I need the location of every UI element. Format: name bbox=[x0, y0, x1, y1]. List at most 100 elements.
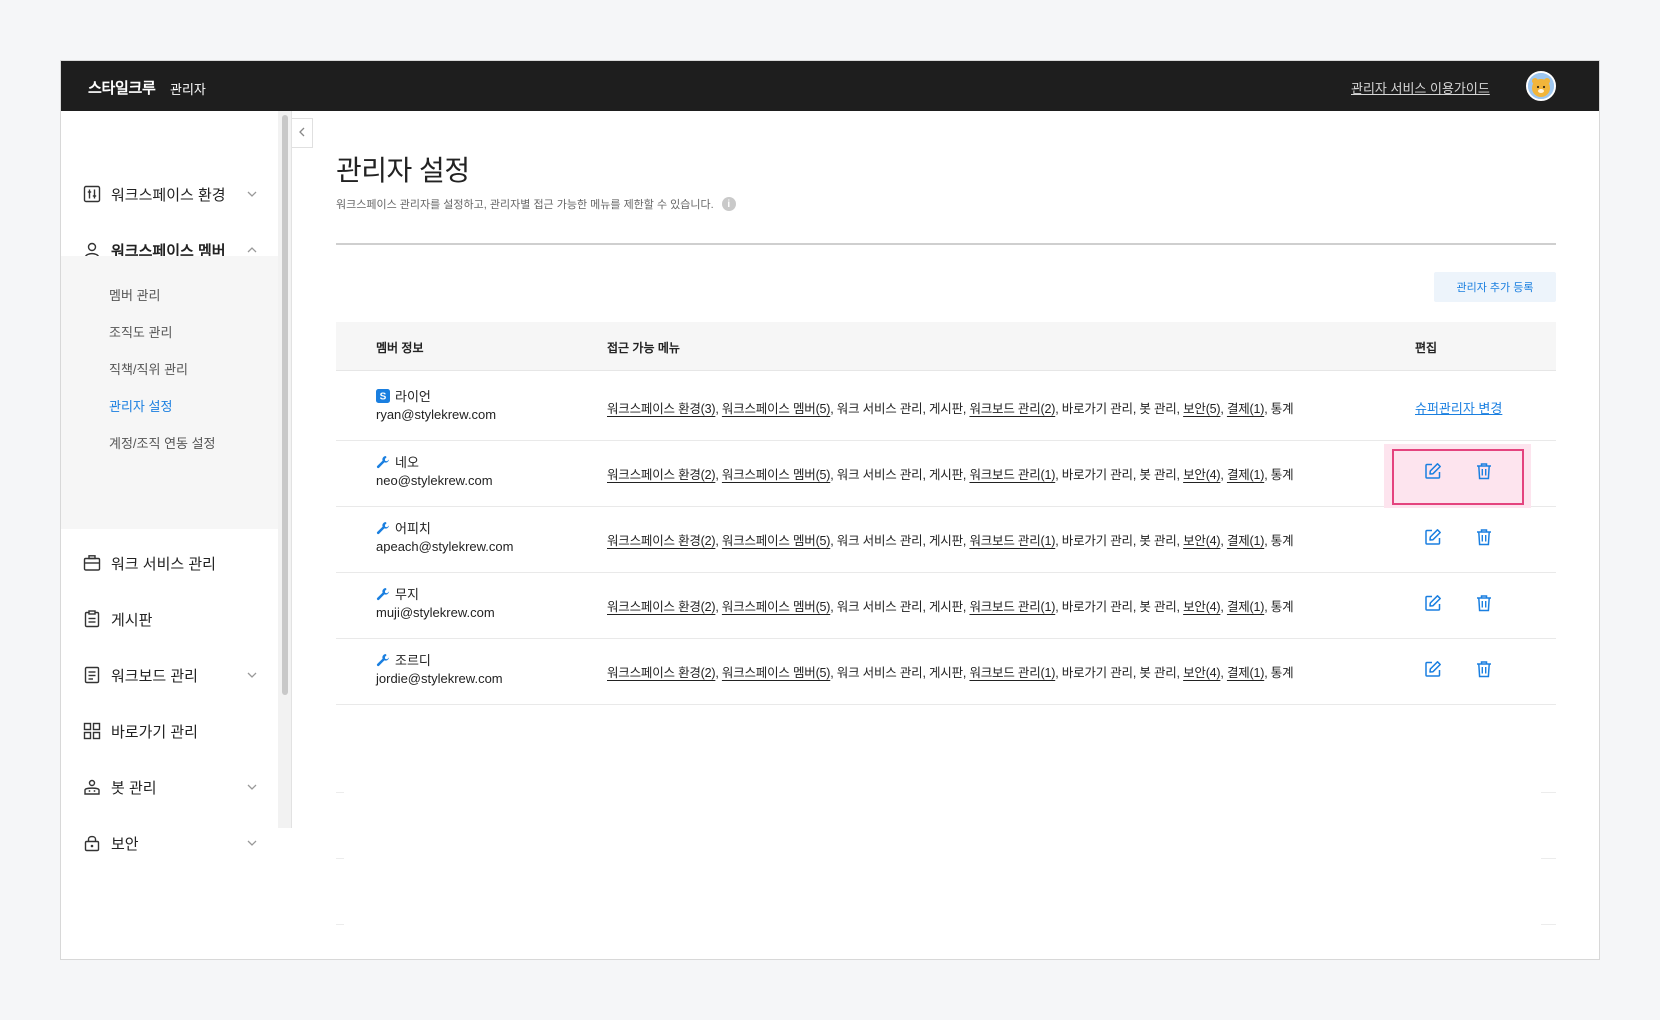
empty-row-divider bbox=[1541, 858, 1556, 859]
menu-link[interactable]: 보안(4) bbox=[1183, 600, 1220, 614]
member-name: 무지 bbox=[376, 584, 419, 603]
sidebar: 워크스페이스 환경 워크스페이스 멤버 멤버 관리 조직도 관리 직책/직위 관… bbox=[61, 111, 278, 853]
menu-link[interactable]: 결제(1) bbox=[1227, 666, 1264, 680]
change-super-admin-link[interactable]: 슈퍼관리자 변경 bbox=[1415, 398, 1502, 417]
menu-plain-text: , 워크 서비스 관리, 게시판, bbox=[830, 534, 970, 548]
sidebar-item-security[interactable]: 보안 bbox=[61, 814, 278, 872]
sidebar-item-bot[interactable]: 봇 관리 bbox=[61, 758, 278, 816]
menu-link[interactable]: 워크보드 관리(1) bbox=[969, 468, 1055, 482]
menu-link[interactable]: 보안(4) bbox=[1183, 534, 1220, 548]
sidebar-item-shortcut[interactable]: 바로가기 관리 bbox=[61, 702, 278, 760]
trash-icon[interactable] bbox=[1474, 461, 1494, 481]
sidebar-item-board[interactable]: 게시판 bbox=[61, 590, 278, 648]
clipboard-icon bbox=[83, 610, 101, 628]
menu-plain-text: , 워크 서비스 관리, 게시판, bbox=[830, 666, 970, 680]
sidebar-scrollbar[interactable] bbox=[278, 111, 292, 828]
edit-icon[interactable] bbox=[1423, 593, 1443, 613]
sub-item-member-manage[interactable]: 멤버 관리 bbox=[109, 285, 160, 304]
empty-row-divider bbox=[336, 792, 344, 793]
edit-icon[interactable] bbox=[1423, 527, 1443, 547]
menu-plain-text: , 바로가기 관리, 봇 관리, bbox=[1055, 666, 1184, 680]
top-bar: 스타일크루 관리자 관리자 서비스 이용가이드 bbox=[61, 61, 1599, 111]
menu-plain-text: , 바로가기 관리, 봇 관리, bbox=[1055, 600, 1184, 614]
menu-plain-text: , 바로가기 관리, 봇 관리, bbox=[1055, 534, 1184, 548]
menu-plain-text: , 통계 bbox=[1264, 402, 1294, 416]
edit-icon[interactable] bbox=[1423, 659, 1443, 679]
avatar-face-icon bbox=[1528, 73, 1554, 99]
trash-icon[interactable] bbox=[1474, 659, 1494, 679]
super-admin-badge-icon: S bbox=[376, 388, 390, 403]
wrench-icon bbox=[376, 455, 390, 469]
sub-item-org-chart[interactable]: 조직도 관리 bbox=[109, 322, 172, 341]
menu-link[interactable]: 워크보드 관리(2) bbox=[969, 402, 1055, 416]
bot-icon bbox=[83, 778, 101, 796]
brand-logo[interactable]: 스타일크루 bbox=[88, 77, 156, 98]
avatar[interactable] bbox=[1526, 71, 1556, 101]
menu-link[interactable]: 보안(4) bbox=[1183, 468, 1220, 482]
menu-link[interactable]: 보안(5) bbox=[1183, 402, 1220, 416]
edit-icon[interactable] bbox=[1423, 461, 1443, 481]
menu-link[interactable]: 워크스페이스 멤버(5) bbox=[722, 468, 831, 482]
menu-link[interactable]: 결제(1) bbox=[1227, 468, 1264, 482]
member-email: apeach@stylekrew.com bbox=[376, 539, 514, 554]
wrench-icon bbox=[376, 521, 390, 535]
lock-icon bbox=[83, 834, 101, 852]
add-admin-button[interactable]: 관리자 추가 등록 bbox=[1434, 272, 1556, 302]
member-name: 어피치 bbox=[376, 518, 431, 537]
main-content: 관리자 설정 워크스페이스 관리자를 설정하고, 관리자별 접근 가능한 메뉴를… bbox=[336, 111, 1556, 959]
trash-icon[interactable] bbox=[1474, 593, 1494, 613]
menu-link[interactable]: 워크보드 관리(1) bbox=[969, 534, 1055, 548]
empty-row-divider bbox=[1541, 924, 1556, 925]
sidebar-item-workboard[interactable]: 워크보드 관리 bbox=[61, 646, 278, 704]
admin-guide-link[interactable]: 관리자 서비스 이용가이드 bbox=[1351, 78, 1490, 97]
header-member-info: 멤버 정보 bbox=[376, 341, 424, 355]
chevron-left-icon bbox=[299, 124, 305, 142]
sidebar-item-label: 보안 bbox=[111, 835, 139, 853]
document-icon bbox=[83, 666, 101, 684]
sub-item-account-sync[interactable]: 계정/조직 연동 설정 bbox=[109, 433, 216, 452]
description-text: 워크스페이스 관리자를 설정하고, 관리자별 접근 가능한 메뉴를 제한할 수 … bbox=[336, 199, 714, 211]
menu-link[interactable]: 워크보드 관리(1) bbox=[969, 600, 1055, 614]
menu-plain-text: , 워크 서비스 관리, 게시판, bbox=[830, 600, 970, 614]
access-menu-list: 워크스페이스 환경(2), 워크스페이스 멤버(5), 워크 서비스 관리, 게… bbox=[607, 596, 1294, 615]
info-icon[interactable]: i bbox=[721, 197, 736, 211]
member-email: neo@stylekrew.com bbox=[376, 473, 493, 488]
menu-link[interactable]: 결제(1) bbox=[1227, 534, 1264, 548]
empty-row-divider bbox=[336, 858, 344, 859]
wrench-icon bbox=[376, 587, 390, 601]
menu-link[interactable]: 워크스페이스 환경(2) bbox=[607, 666, 716, 680]
sub-item-position[interactable]: 직책/직위 관리 bbox=[109, 359, 188, 378]
sidebar-scroll-thumb[interactable] bbox=[282, 115, 288, 695]
page-description: 워크스페이스 관리자를 설정하고, 관리자별 접근 가능한 메뉴를 제한할 수 … bbox=[336, 196, 736, 212]
member-name-text: 조르디 bbox=[395, 653, 431, 668]
header-edit: 편집 bbox=[1415, 341, 1438, 355]
trash-icon[interactable] bbox=[1474, 527, 1494, 547]
menu-link[interactable]: 보안(4) bbox=[1183, 666, 1220, 680]
menu-link[interactable]: 워크스페이스 멤버(5) bbox=[722, 534, 831, 548]
sidebar-item-workspace-env[interactable]: 워크스페이스 환경 bbox=[61, 165, 278, 223]
menu-link[interactable]: 워크스페이스 환경(2) bbox=[607, 468, 716, 482]
highlight-box bbox=[1392, 449, 1524, 505]
menu-link[interactable]: 워크보드 관리(1) bbox=[969, 666, 1055, 680]
access-menu-list: 워크스페이스 환경(2), 워크스페이스 멤버(5), 워크 서비스 관리, 게… bbox=[607, 464, 1294, 483]
member-name: 조르디 bbox=[376, 650, 431, 669]
menu-link[interactable]: 결제(1) bbox=[1227, 600, 1264, 614]
menu-link[interactable]: 워크스페이스 환경(3) bbox=[607, 402, 716, 416]
table-header: 멤버 정보 접근 가능 메뉴 편집 bbox=[336, 322, 1556, 371]
menu-link[interactable]: 워크스페이스 멤버(5) bbox=[722, 402, 831, 416]
menu-link[interactable]: 워크스페이스 멤버(5) bbox=[722, 666, 831, 680]
member-email: muji@stylekrew.com bbox=[376, 605, 495, 620]
sidebar-item-work-service[interactable]: 워크 서비스 관리 bbox=[61, 534, 278, 592]
empty-row-divider bbox=[1541, 792, 1556, 793]
access-menu-list: 워크스페이스 환경(2), 워크스페이스 멤버(5), 워크 서비스 관리, 게… bbox=[607, 662, 1294, 681]
collapse-sidebar-button[interactable] bbox=[292, 118, 313, 148]
menu-link[interactable]: 워크스페이스 환경(2) bbox=[607, 534, 716, 548]
member-name: S 라이언 bbox=[376, 386, 431, 405]
chevron-down-icon bbox=[246, 781, 258, 793]
table-row: 조르디 jordie@stylekrew.com 워크스페이스 환경(2), 워… bbox=[336, 635, 1556, 705]
badge-letter: S bbox=[380, 391, 387, 402]
menu-link[interactable]: 워크스페이스 멤버(5) bbox=[722, 600, 831, 614]
sub-item-admin-settings[interactable]: 관리자 설정 bbox=[109, 396, 172, 415]
menu-link[interactable]: 워크스페이스 환경(2) bbox=[607, 600, 716, 614]
menu-link[interactable]: 결제(1) bbox=[1227, 402, 1264, 416]
